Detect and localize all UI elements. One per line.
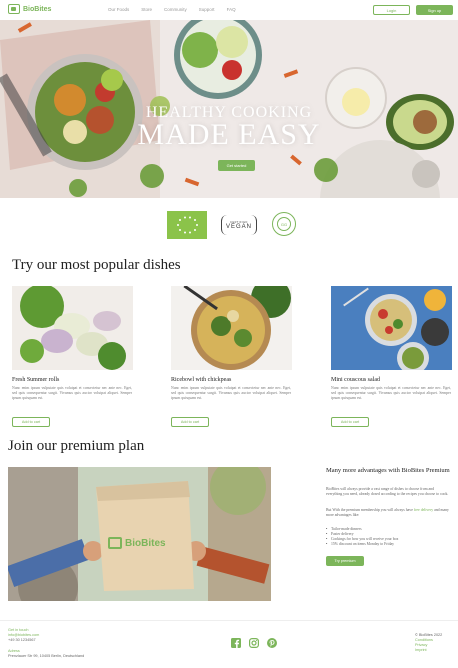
dish-image-couscous bbox=[331, 286, 452, 370]
premium-title: Join our premium plan bbox=[8, 438, 145, 454]
nav-faq[interactable]: FAQ bbox=[227, 7, 236, 12]
dish-name: Ricebowl with chickpeas bbox=[171, 377, 232, 383]
site-header: BioBites Our Foods Store Community Suppo… bbox=[0, 0, 458, 20]
dish-description: Nunc enim ipsum vulputate quis volutpat … bbox=[331, 386, 451, 400]
premium-paragraph-2: But With the premium membership you will… bbox=[326, 508, 450, 518]
eu-organic-badge bbox=[167, 211, 207, 239]
premium-benefits-list: Tailor-made dinners Faster delivery Cook… bbox=[326, 527, 450, 547]
premium-paragraph: BioBites will always provide a vast rang… bbox=[326, 487, 449, 496]
dish-image-ricebowl bbox=[171, 286, 292, 370]
footer-imprint-link[interactable]: Imprint bbox=[415, 648, 427, 653]
dish-description: Nunc enim ipsum vulputate quis volutpat … bbox=[171, 386, 291, 400]
dish-description: Nunc enim ipsum vulputate quis volutpat … bbox=[12, 386, 132, 400]
logo[interactable]: BioBites bbox=[8, 4, 51, 14]
add-to-cart-button[interactable]: Add to cart bbox=[12, 417, 50, 427]
certification-badge: GG bbox=[272, 212, 296, 236]
certification-badge-text: GG bbox=[277, 217, 291, 231]
logo-text: BioBites bbox=[23, 5, 52, 13]
eu-leaf-icon bbox=[177, 216, 198, 234]
footer-address: Prenzlauer Str 99, 10405 Berlin, Deutsch… bbox=[8, 654, 85, 658]
premium-image: BioBites bbox=[8, 467, 271, 601]
list-item: 15% discount on items Monday to Friday bbox=[326, 542, 450, 547]
premium-heading: Many more advantages with BioBites Premi… bbox=[326, 467, 450, 474]
hero-get-started-button[interactable]: Get started bbox=[218, 160, 255, 171]
bag-logo-icon bbox=[108, 537, 122, 549]
footer-divider bbox=[0, 620, 458, 621]
nav-community[interactable]: Community bbox=[164, 7, 187, 12]
dish-name: Fresh Summer rolls bbox=[12, 377, 60, 383]
add-to-cart-button[interactable]: Add to cart bbox=[331, 417, 369, 427]
nav-store[interactable]: Store bbox=[141, 7, 152, 12]
instagram-icon[interactable] bbox=[249, 638, 259, 648]
footer-phone: +49 30 1234567 bbox=[8, 638, 36, 642]
vegan-badge: CERTIFIED VEGAN bbox=[221, 215, 257, 235]
signup-button[interactable]: Sign up bbox=[416, 5, 453, 15]
dish-image-summer-rolls bbox=[12, 286, 133, 370]
main-nav: Our Foods Store Community Support FAQ bbox=[108, 7, 236, 12]
hero-banner: HEALTHY COOKING MADE EASY Get started bbox=[0, 20, 458, 198]
facebook-icon[interactable] bbox=[231, 638, 241, 648]
free-delivery-link[interactable]: free delivery bbox=[414, 508, 433, 512]
nav-support[interactable]: Support bbox=[199, 7, 215, 12]
premium-paragraph-prefix: But With the premium membership you will… bbox=[326, 508, 413, 512]
login-button[interactable]: Login bbox=[373, 5, 410, 15]
nav-our-foods[interactable]: Our Foods bbox=[108, 7, 129, 12]
dish-name: Mini couscous salad bbox=[331, 377, 380, 383]
vegan-badge-text: VEGAN bbox=[225, 223, 252, 230]
hero-title-line2: MADE EASY bbox=[137, 118, 321, 151]
pinterest-icon[interactable] bbox=[267, 638, 277, 648]
try-premium-button[interactable]: Try premium bbox=[326, 556, 364, 566]
bag-logo: BioBites bbox=[108, 537, 166, 549]
add-to-cart-button[interactable]: Add to cart bbox=[171, 417, 209, 427]
logo-icon bbox=[8, 4, 20, 14]
bag-logo-text: BioBites bbox=[125, 537, 166, 549]
popular-dishes-title: Try our most popular dishes bbox=[12, 257, 181, 273]
